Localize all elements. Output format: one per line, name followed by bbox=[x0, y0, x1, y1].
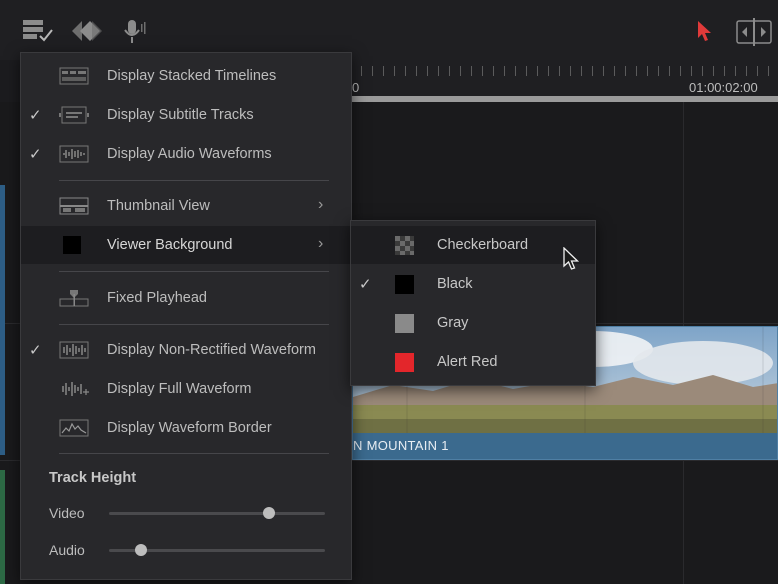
fixed-playhead-icon bbox=[59, 289, 89, 307]
timeline-toolbar bbox=[0, 0, 778, 60]
timecode-start: 0 bbox=[352, 80, 360, 95]
menu-separator bbox=[59, 271, 329, 272]
subtitle-tracks-icon bbox=[59, 106, 89, 124]
non-rectified-waveform-icon bbox=[59, 341, 89, 359]
menu-item-display-subtitle-tracks[interactable]: ✓ Display Subtitle Tracks bbox=[21, 96, 351, 134]
chevron-right-icon: › bbox=[318, 196, 324, 213]
menu-item-label: Display Audio Waveforms bbox=[107, 146, 272, 162]
menu-item-label: Thumbnail View bbox=[107, 198, 210, 214]
menu-item-display-full-waveform[interactable]: Display Full Waveform bbox=[21, 370, 351, 408]
snapping-icon[interactable] bbox=[70, 18, 104, 49]
timecode-marker: 01:00:02:00 bbox=[689, 80, 758, 95]
checkerboard-swatch bbox=[395, 236, 414, 255]
audio-height-label: Audio bbox=[49, 542, 85, 558]
audio-height-slider-knob[interactable] bbox=[135, 544, 148, 556]
menu-item-thumbnail-view[interactable]: Thumbnail View › bbox=[21, 187, 351, 225]
menu-item-label: Display Subtitle Tracks bbox=[107, 107, 254, 123]
trim-mode-icon[interactable] bbox=[736, 18, 772, 51]
submenu-item-label: Checkerboard bbox=[437, 237, 529, 253]
menu-item-label: Fixed Playhead bbox=[107, 290, 207, 306]
checkmark-icon: ✓ bbox=[359, 276, 372, 293]
menu-item-display-waveform-border[interactable]: Display Waveform Border bbox=[21, 409, 351, 447]
menu-item-label: Viewer Background bbox=[107, 237, 233, 253]
stacked-timelines-icon bbox=[59, 67, 89, 85]
submenu-item-label: Gray bbox=[437, 315, 469, 331]
checkmark-icon: ✓ bbox=[29, 342, 42, 359]
video-height-label: Video bbox=[49, 505, 85, 521]
mouse-cursor-icon bbox=[563, 246, 580, 276]
clip-name: N MOUNTAIN 1 bbox=[353, 438, 449, 453]
video-height-slider-knob[interactable] bbox=[262, 507, 275, 519]
submenu-item-label: Alert Red bbox=[437, 354, 498, 370]
menu-item-fixed-playhead[interactable]: Fixed Playhead bbox=[21, 279, 351, 317]
menu-item-label: Display Full Waveform bbox=[107, 381, 252, 397]
waveform-border-icon bbox=[59, 419, 89, 437]
viewer-background-submenu: Checkerboard ✓ Black Gray Alert Red bbox=[350, 220, 596, 386]
submenu-item-checkerboard[interactable]: Checkerboard bbox=[351, 226, 595, 264]
submenu-item-black[interactable]: ✓ Black bbox=[351, 265, 595, 303]
audio-track-header-accent bbox=[0, 470, 5, 584]
video-height-slider[interactable] bbox=[109, 507, 325, 519]
menu-item-display-audio-waveforms[interactable]: ✓ Display Audio Waveforms bbox=[21, 135, 351, 173]
gray-swatch bbox=[395, 314, 414, 333]
menu-item-label: Display Waveform Border bbox=[107, 420, 272, 436]
chevron-right-icon: › bbox=[318, 235, 324, 252]
menu-item-label: Display Stacked Timelines bbox=[107, 68, 277, 84]
menu-separator bbox=[59, 180, 329, 181]
menu-separator bbox=[59, 453, 329, 454]
submenu-item-alert-red[interactable]: Alert Red bbox=[351, 343, 595, 381]
menu-item-display-non-rectified-waveform[interactable]: ✓ Display Non-Rectified Waveform bbox=[21, 331, 351, 369]
ruler-ticks bbox=[350, 66, 778, 76]
audio-height-slider[interactable] bbox=[109, 544, 325, 556]
video-track-header-accent bbox=[0, 185, 5, 455]
red-swatch bbox=[395, 353, 414, 372]
track-height-title: Track Height bbox=[49, 470, 137, 486]
selection-pointer-icon[interactable] bbox=[697, 20, 713, 47]
checkmark-icon: ✓ bbox=[29, 146, 42, 163]
viewer-background-swatch bbox=[59, 236, 89, 254]
timeline-view-options-menu: Display Stacked Timelines ✓ Display Subt… bbox=[20, 52, 352, 580]
checkmark-icon: ✓ bbox=[29, 107, 42, 124]
menu-separator bbox=[59, 324, 329, 325]
thumbnail-view-icon bbox=[59, 197, 89, 215]
menu-item-display-stacked-timelines[interactable]: Display Stacked Timelines bbox=[21, 57, 351, 95]
menu-item-viewer-background[interactable]: Viewer Background › bbox=[21, 226, 351, 264]
timeline-ruler[interactable]: 0 01:00:02:00 bbox=[350, 60, 778, 102]
menu-item-label: Display Non-Rectified Waveform bbox=[107, 342, 316, 358]
audio-waveforms-icon bbox=[59, 145, 89, 163]
submenu-item-gray[interactable]: Gray bbox=[351, 304, 595, 342]
black-swatch bbox=[395, 275, 414, 294]
submenu-item-label: Black bbox=[437, 276, 473, 292]
full-waveform-icon bbox=[59, 380, 89, 398]
voiceover-mic-icon[interactable] bbox=[122, 18, 150, 51]
timeline-view-options-icon[interactable] bbox=[22, 18, 54, 49]
